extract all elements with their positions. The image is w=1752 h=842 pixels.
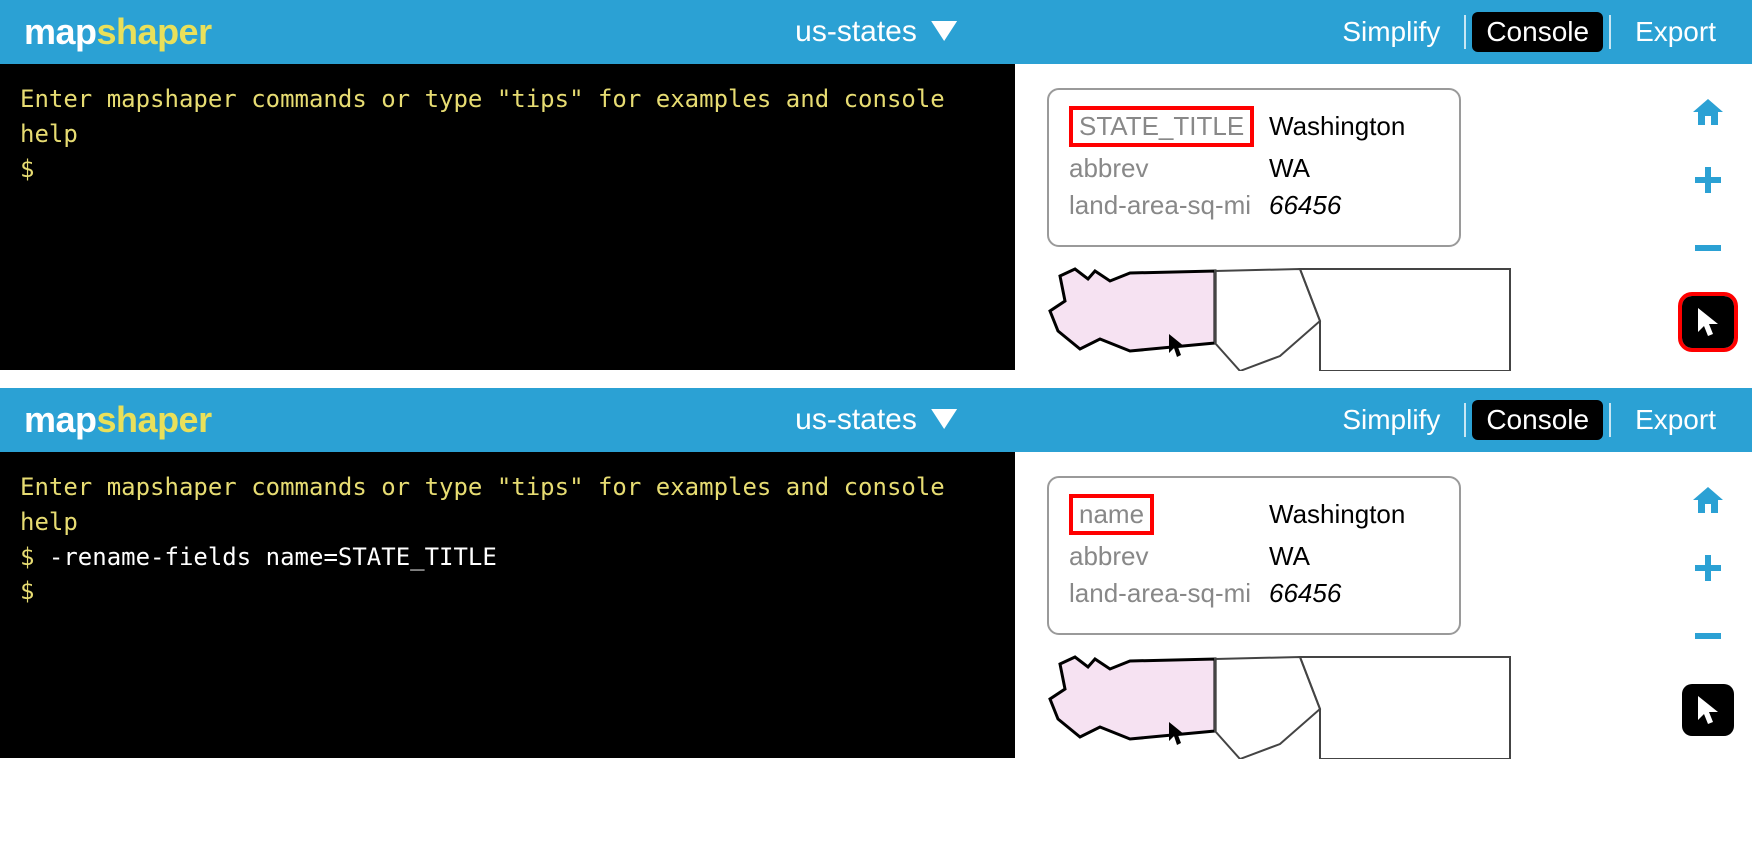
feature-info-popup: name Washington abbrev WA land-area-sq-m…: [1047, 476, 1461, 635]
zoom-out-button[interactable]: [1688, 616, 1728, 656]
simplify-button[interactable]: Simplify: [1324, 400, 1458, 440]
divider: [1609, 403, 1611, 437]
panel-before: mapshaper us-states Simplify Console Exp…: [0, 0, 1752, 370]
home-button[interactable]: [1688, 480, 1728, 520]
app-header: mapshaper us-states Simplify Console Exp…: [0, 0, 1752, 64]
map-feature: [1040, 649, 1520, 764]
home-button[interactable]: [1688, 92, 1728, 132]
field-key: land-area-sq-mi: [1069, 190, 1269, 221]
app-logo: mapshaper: [0, 399, 212, 441]
field-key: abbrev: [1069, 541, 1269, 572]
info-row: land-area-sq-mi 66456: [1069, 190, 1439, 221]
console-line: $: [20, 574, 995, 609]
divider: [1609, 15, 1611, 49]
console-command: -rename-fields name=STATE_TITLE: [49, 543, 497, 571]
map-cursor: [1167, 333, 1187, 364]
logo-text-b: shaper: [97, 399, 212, 440]
plus-icon: [1693, 553, 1723, 583]
zoom-out-button[interactable]: [1688, 228, 1728, 268]
console-prompt: $: [20, 155, 34, 183]
logo-text-a: map: [24, 399, 97, 440]
layer-name: us-states: [795, 15, 917, 49]
app-logo: mapshaper: [0, 11, 212, 53]
map-feature: [1040, 261, 1520, 376]
export-button[interactable]: Export: [1617, 400, 1734, 440]
field-key: abbrev: [1069, 153, 1269, 184]
chevron-down-icon: [931, 21, 957, 43]
console-prompt: $: [20, 543, 34, 571]
info-row: abbrev WA: [1069, 153, 1439, 184]
panel-after: mapshaper us-states Simplify Console Exp…: [0, 388, 1752, 758]
zoom-in-button[interactable]: [1688, 160, 1728, 200]
field-value: 66456: [1269, 578, 1341, 609]
console-hint: Enter mapshaper commands or type "tips" …: [20, 82, 995, 152]
feature-info-popup: STATE_TITLE Washington abbrev WA land-ar…: [1047, 88, 1461, 247]
body-split: Enter mapshaper commands or type "tips" …: [0, 452, 1752, 758]
pointer-tool-button[interactable]: [1682, 684, 1734, 736]
field-value: Washington: [1269, 111, 1405, 142]
simplify-button[interactable]: Simplify: [1324, 12, 1458, 52]
info-row: name Washington: [1069, 494, 1439, 535]
map-nav: [1682, 480, 1734, 736]
app-header: mapshaper us-states Simplify Console Exp…: [0, 388, 1752, 452]
cursor-icon: [1694, 694, 1722, 726]
minus-icon: [1693, 233, 1723, 263]
field-value: WA: [1269, 541, 1310, 572]
map-viewport[interactable]: STATE_TITLE Washington abbrev WA land-ar…: [1015, 64, 1752, 370]
map-cursor: [1167, 721, 1187, 752]
chevron-down-icon: [931, 409, 957, 431]
map-viewport[interactable]: name Washington abbrev WA land-area-sq-m…: [1015, 452, 1752, 758]
logo-text-a: map: [24, 11, 97, 52]
console-button[interactable]: Console: [1472, 400, 1603, 440]
home-icon: [1691, 485, 1725, 515]
field-key: land-area-sq-mi: [1069, 578, 1269, 609]
pointer-tool-button[interactable]: [1682, 296, 1734, 348]
cursor-icon: [1167, 721, 1187, 747]
layer-selector[interactable]: us-states: [795, 403, 957, 437]
layer-selector[interactable]: us-states: [795, 15, 957, 49]
minus-icon: [1693, 621, 1723, 651]
info-row: abbrev WA: [1069, 541, 1439, 572]
export-button[interactable]: Export: [1617, 12, 1734, 52]
console-button[interactable]: Console: [1472, 12, 1603, 52]
console-line: $: [20, 152, 995, 187]
cursor-icon: [1167, 333, 1187, 359]
cursor-icon: [1694, 306, 1722, 338]
field-value: 66456: [1269, 190, 1341, 221]
plus-icon: [1693, 165, 1723, 195]
console-hint: Enter mapshaper commands or type "tips" …: [20, 470, 995, 540]
layer-name: us-states: [795, 403, 917, 437]
divider: [1464, 403, 1466, 437]
field-key: name: [1069, 494, 1154, 535]
console-prompt: $: [20, 577, 34, 605]
logo-text-b: shaper: [97, 11, 212, 52]
home-icon: [1691, 97, 1725, 127]
console-panel[interactable]: Enter mapshaper commands or type "tips" …: [0, 452, 1015, 758]
field-value: Washington: [1269, 499, 1405, 530]
header-actions: Simplify Console Export: [1324, 12, 1752, 52]
zoom-in-button[interactable]: [1688, 548, 1728, 588]
map-nav: [1682, 92, 1734, 348]
body-split: Enter mapshaper commands or type "tips" …: [0, 64, 1752, 370]
console-line: $ -rename-fields name=STATE_TITLE: [20, 540, 995, 575]
info-row: land-area-sq-mi 66456: [1069, 578, 1439, 609]
field-key: STATE_TITLE: [1069, 106, 1254, 147]
field-value: WA: [1269, 153, 1310, 184]
divider: [1464, 15, 1466, 49]
console-panel[interactable]: Enter mapshaper commands or type "tips" …: [0, 64, 1015, 370]
header-actions: Simplify Console Export: [1324, 400, 1752, 440]
info-row: STATE_TITLE Washington: [1069, 106, 1439, 147]
